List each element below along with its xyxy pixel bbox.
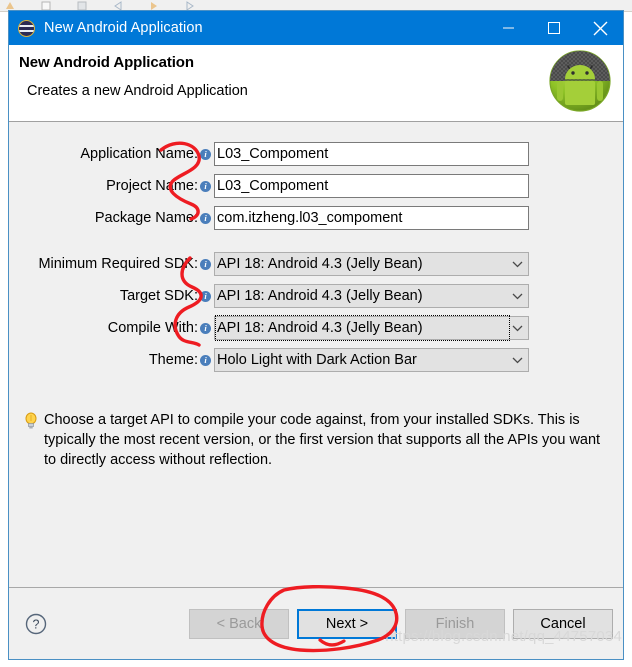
tip-text: Choose a target API to compile your code… <box>44 412 601 468</box>
dialog-footer: ? < Back Next > Finish Cancel https://bl… <box>9 587 623 659</box>
help-icon[interactable]: ? <box>25 613 47 635</box>
header-title: New Android Application <box>19 54 194 71</box>
chevron-down-icon <box>508 261 526 268</box>
maximize-icon[interactable] <box>531 11 577 45</box>
tip-panel: Choose a target API to compile your code… <box>23 410 609 470</box>
close-icon[interactable] <box>577 11 623 45</box>
theme-dropdown[interactable]: Holo Light with Dark Action Bar <box>214 348 529 372</box>
project-name-input[interactable]: L03_Compoment <box>214 174 529 198</box>
header-subtitle: Creates a new Android Application <box>27 83 248 99</box>
new-android-application-dialog: New Android Application New Android Appl… <box>8 10 624 660</box>
compile-with-value: API 18: Android 4.3 (Jelly Bean) <box>215 315 510 341</box>
dialog-titlebar: New Android Application <box>9 11 623 45</box>
chevron-down-icon <box>508 293 526 300</box>
form-row-project-name: Project Name: i L03_Compoment <box>9 174 623 198</box>
label-minimum-required-sdk: Minimum Required SDK: <box>38 256 198 272</box>
label-package-name: Package Name: <box>94 210 198 226</box>
compile-with-dropdown[interactable]: API 18: Android 4.3 (Jelly Bean) <box>214 315 529 341</box>
target-sdk-value: API 18: Android 4.3 (Jelly Bean) <box>217 288 423 304</box>
form-row-theme: Theme: i Holo Light with Dark Action Bar <box>9 348 623 372</box>
form-row-minimum-required-sdk: Minimum Required SDK: i API 18: Android … <box>9 252 623 276</box>
minimum-required-sdk-value: API 18: Android 4.3 (Jelly Bean) <box>217 256 423 272</box>
target-sdk-dropdown[interactable]: API 18: Android 4.3 (Jelly Bean) <box>214 284 529 308</box>
label-application-name: Application Name: <box>80 146 198 162</box>
form-row-application-name: Application Name: i L03_Compoment <box>9 142 623 166</box>
minimum-required-sdk-dropdown[interactable]: API 18: Android 4.3 (Jelly Bean) <box>214 252 529 276</box>
dialog-body: Application Name: i L03_Compoment Projec… <box>9 122 623 587</box>
info-icon[interactable]: i <box>200 354 211 366</box>
label-project-name: Project Name: <box>106 178 198 194</box>
dialog-header: New Android Application Creates a new An… <box>9 45 623 122</box>
info-icon[interactable]: i <box>200 290 211 302</box>
package-name-input[interactable]: com.itzheng.l03_compoment <box>214 206 529 230</box>
theme-value: Holo Light with Dark Action Bar <box>217 352 417 368</box>
info-icon[interactable]: i <box>200 180 211 192</box>
form-text-fields: Application Name: i L03_Compoment Projec… <box>9 122 623 230</box>
form-dropdowns: Minimum Required SDK: i API 18: Android … <box>9 252 623 372</box>
window-title: New Android Application <box>44 20 203 36</box>
info-icon[interactable]: i <box>200 258 211 270</box>
minimize-icon[interactable] <box>485 11 531 45</box>
label-target-sdk: Target SDK: <box>119 288 198 304</box>
eclipse-icon <box>18 19 35 37</box>
info-icon[interactable]: i <box>200 148 211 160</box>
lightbulb-icon <box>25 412 37 429</box>
watermark-text: https://blog.csdn.net/qq_44757034 <box>385 628 622 645</box>
back-button: < Back <box>189 608 289 639</box>
chevron-down-icon <box>508 325 526 332</box>
application-name-input[interactable]: L03_Compoment <box>214 142 529 166</box>
android-robot-icon <box>549 50 611 112</box>
label-theme: Theme: <box>148 352 198 368</box>
next-button[interactable]: Next > <box>297 608 397 639</box>
svg-text:?: ? <box>33 617 40 631</box>
form-row-package-name: Package Name: i com.itzheng.l03_compomen… <box>9 206 623 230</box>
label-compile-with: Compile With: <box>107 320 198 336</box>
form-row-compile-with: Compile With: i API 18: Android 4.3 (Jel… <box>9 315 623 341</box>
chevron-down-icon <box>508 357 526 364</box>
info-icon[interactable]: i <box>200 322 211 334</box>
form-row-target-sdk: Target SDK: i API 18: Android 4.3 (Jelly… <box>9 284 623 308</box>
form-spacer <box>9 238 623 252</box>
info-icon[interactable]: i <box>200 212 211 224</box>
